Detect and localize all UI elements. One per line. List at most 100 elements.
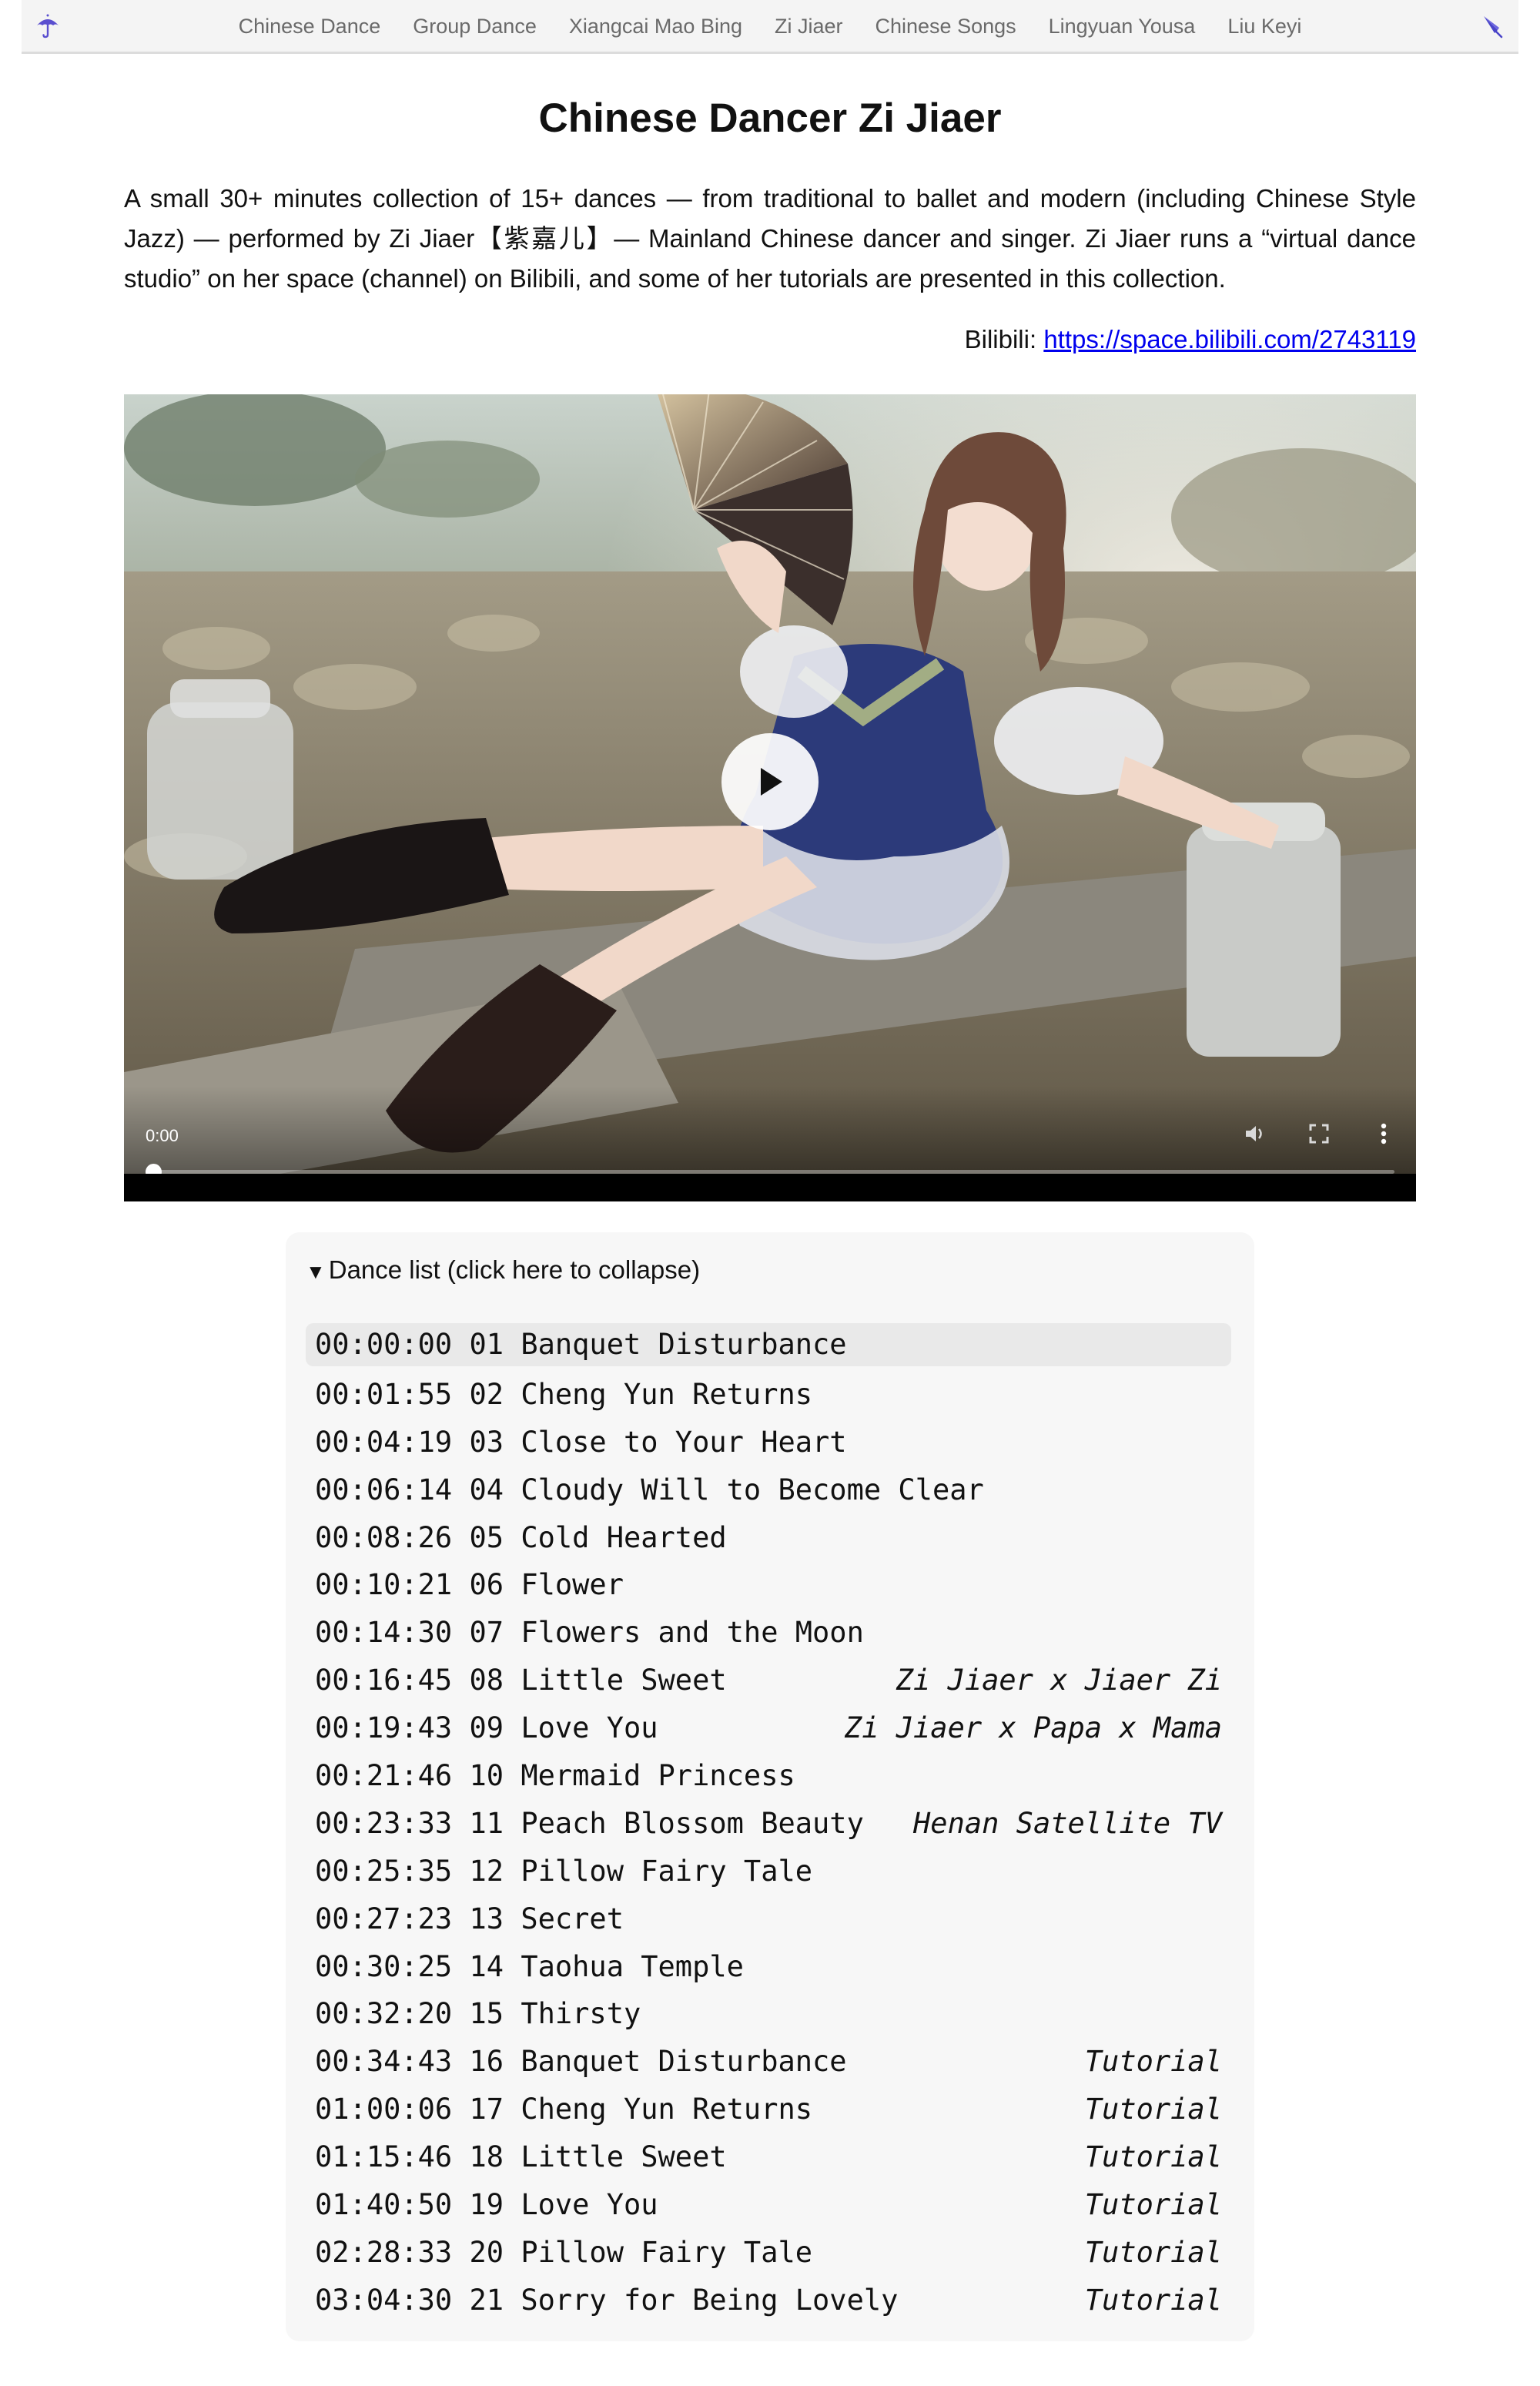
dance-title: 05 Cold Hearted xyxy=(469,1520,727,1554)
dance-timestamp: 01:00:06 xyxy=(315,2093,453,2126)
dance-list-item[interactable]: 00:06:14 04 Cloudy Will to Become Clear xyxy=(306,1466,1231,1514)
nav-link-group-dance[interactable]: Group Dance xyxy=(397,15,553,39)
dance-timestamp: 00:34:43 xyxy=(315,2045,453,2079)
expanded-triangle-icon: ▼ xyxy=(306,1260,326,1283)
dance-title: 13 Secret xyxy=(469,1902,624,1935)
video-bottom-bar xyxy=(124,1174,1416,1201)
dance-list-panel: ▼ Dance list (click here to collapse) 00:… xyxy=(286,1232,1254,2341)
dance-list-item[interactable]: 00:32:20 15 Thirsty xyxy=(306,1990,1231,2038)
dance-title: 03 Close to Your Heart xyxy=(469,1425,847,1459)
dance-list-item[interactable]: 01:15:46 18 Little Sweet Tutorial xyxy=(306,2133,1231,2181)
dance-title: 15 Thirsty xyxy=(469,1997,641,2031)
dance-list-item[interactable]: 00:25:35 12 Pillow Fairy Tale xyxy=(306,1848,1231,1895)
dance-list-item[interactable]: 00:34:43 16 Banquet Disturbance Tutorial xyxy=(306,2038,1231,2086)
nav-link-lingyuan-yousa[interactable]: Lingyuan Yousa xyxy=(1033,15,1212,39)
dance-list-item[interactable]: 01:40:50 19 Love You Tutorial xyxy=(306,2181,1231,2229)
dance-note: Tutorial xyxy=(1084,2140,1222,2174)
dance-list-item[interactable]: 00:21:46 10 Mermaid Princess xyxy=(306,1752,1231,1800)
dance-timestamp: 01:40:50 xyxy=(315,2188,453,2222)
nav-link-zi-jiaer[interactable]: Zi Jiaer xyxy=(758,15,859,39)
dance-timestamp: 00:32:20 xyxy=(315,1997,453,2031)
dance-title: 20 Pillow Fairy Tale xyxy=(469,2235,813,2269)
dance-title: 11 Peach Blossom Beauty xyxy=(469,1806,864,1840)
nav-links: Chinese Dance Group Dance Xiangcai Mao B… xyxy=(22,0,1518,52)
dance-note: Zi Jiaer x Papa x Mama xyxy=(844,1711,1222,1745)
dance-note: Zi Jiaer x Jiaer Zi xyxy=(896,1664,1222,1697)
dance-timestamp: 00:23:33 xyxy=(315,1806,453,1840)
dance-timestamp: 02:28:33 xyxy=(315,2235,453,2269)
dance-timestamp: 00:14:30 xyxy=(315,1616,453,1650)
dance-title: 06 Flower xyxy=(469,1568,624,1602)
play-button[interactable] xyxy=(721,733,819,830)
dance-title: 01 Banquet Disturbance xyxy=(469,1328,847,1361)
dance-timestamp: 00:25:35 xyxy=(315,1854,453,1888)
dance-list-item[interactable]: 03:04:30 21 Sorry for Being Lovely Tutori… xyxy=(306,2277,1231,2324)
dance-timestamp: 00:00:00 xyxy=(315,1328,453,1361)
dance-list-item[interactable]: 00:08:26 05 Cold Hearted xyxy=(306,1514,1231,1562)
more-options-icon[interactable] xyxy=(1370,1120,1398,1148)
dance-title: 02 Cheng Yun Returns xyxy=(469,1377,813,1411)
dance-title: 12 Pillow Fairy Tale xyxy=(469,1854,813,1888)
dance-list-item[interactable]: 00:23:33 11 Peach Blossom Beauty Henan Sa… xyxy=(306,1800,1231,1848)
nav-link-chinese-dance[interactable]: Chinese Dance xyxy=(223,15,397,39)
dance-timestamp: 00:04:19 xyxy=(315,1425,453,1459)
closed-umbrella-icon[interactable] xyxy=(1477,11,1508,42)
bilibili-line: Bilibili: https://space.bilibili.com/274… xyxy=(965,320,1416,360)
dance-timestamp: 03:04:30 xyxy=(315,2283,453,2317)
dance-list-item[interactable]: 02:28:33 20 Pillow Fairy Tale Tutorial xyxy=(306,2229,1231,2277)
dance-list: 00:00:00 01 Banquet Disturbance 00:01:55 … xyxy=(306,1323,1231,2324)
dance-list-item[interactable]: 00:30:25 14 Taohua Temple xyxy=(306,1943,1231,1991)
dance-list-item[interactable]: 00:04:19 03 Close to Your Heart xyxy=(306,1419,1231,1466)
page-title: Chinese Dancer Zi Jiaer xyxy=(538,96,1002,141)
dance-list-item[interactable]: 01:00:06 17 Cheng Yun Returns Tutorial xyxy=(306,2086,1231,2133)
dance-title: 17 Cheng Yun Returns xyxy=(469,2093,813,2126)
dance-title: 10 Mermaid Princess xyxy=(469,1759,795,1793)
play-icon xyxy=(761,768,782,796)
intro-paragraph: A small 30+ minutes collection of 15+ da… xyxy=(124,184,1416,293)
dance-title: 14 Taohua Temple xyxy=(469,1949,744,1983)
dance-timestamp: 00:27:23 xyxy=(315,1902,453,1935)
dance-list-item[interactable]: 00:27:23 13 Secret xyxy=(306,1895,1231,1943)
dance-note: Henan Satellite TV xyxy=(913,1806,1222,1840)
dance-title: 19 Love You xyxy=(469,2188,658,2222)
nav-link-liu-keyi[interactable]: Liu Keyi xyxy=(1211,15,1317,39)
dance-list-item[interactable]: 00:01:55 02 Cheng Yun Returns xyxy=(306,1371,1231,1419)
nav-link-xiangcai-mao-bing[interactable]: Xiangcai Mao Bing xyxy=(553,15,758,39)
current-time: 0:00 xyxy=(146,1126,179,1145)
dance-list-item[interactable]: 00:19:43 09 Love You Zi Jiaer x Papa x Ma… xyxy=(306,1704,1231,1752)
dance-title: 21 Sorry for Being Lovely xyxy=(469,2283,899,2317)
nav-link-chinese-songs[interactable]: Chinese Songs xyxy=(859,15,1033,39)
dance-list-item[interactable]: 00:14:30 07 Flowers and the Moon xyxy=(306,1609,1231,1657)
dance-title: 09 Love You xyxy=(469,1711,658,1745)
dance-note: Tutorial xyxy=(1084,2188,1222,2222)
dance-timestamp: 00:16:45 xyxy=(315,1664,453,1697)
dance-timestamp: 01:15:46 xyxy=(315,2140,453,2174)
bilibili-label: Bilibili: xyxy=(964,325,1044,354)
dance-timestamp: 00:10:21 xyxy=(315,1568,453,1602)
dance-title: 18 Little Sweet xyxy=(469,2140,727,2174)
dance-list-item[interactable]: 00:16:45 08 Little Sweet Zi Jiaer x Jiaer… xyxy=(306,1657,1231,1704)
dance-list-toggle[interactable]: ▼ Dance list (click here to collapse) xyxy=(306,1252,700,1289)
bilibili-link[interactable]: https://space.bilibili.com/2743119 xyxy=(1043,325,1416,354)
fullscreen-icon[interactable] xyxy=(1305,1120,1333,1148)
dance-note: Tutorial xyxy=(1084,2045,1222,2079)
dance-note: Tutorial xyxy=(1084,2283,1222,2317)
dance-title: 16 Banquet Disturbance xyxy=(469,2045,847,2079)
dance-list-item[interactable]: 00:10:21 06 Flower xyxy=(306,1561,1231,1609)
dance-timestamp: 00:19:43 xyxy=(315,1711,453,1745)
video-player[interactable]: 0:00 xyxy=(124,394,1416,1201)
dance-list-summary-label: Dance list (click here to collapse) xyxy=(328,1255,701,1284)
dance-title: 08 Little Sweet xyxy=(469,1664,727,1697)
dance-timestamp: 00:06:14 xyxy=(315,1473,453,1506)
dance-timestamp: 00:30:25 xyxy=(315,1949,453,1983)
dance-note: Tutorial xyxy=(1084,2093,1222,2126)
volume-icon[interactable] xyxy=(1240,1120,1268,1148)
dance-note: Tutorial xyxy=(1084,2235,1222,2269)
dance-timestamp: 00:21:46 xyxy=(315,1759,453,1793)
dance-timestamp: 00:08:26 xyxy=(315,1520,453,1554)
dance-list-item[interactable]: 00:00:00 01 Banquet Disturbance xyxy=(306,1323,1231,1366)
top-nav: Chinese Dance Group Dance Xiangcai Mao B… xyxy=(22,0,1518,54)
dance-title: 04 Cloudy Will to Become Clear xyxy=(469,1473,984,1506)
dance-timestamp: 00:01:55 xyxy=(315,1377,453,1411)
dance-title: 07 Flowers and the Moon xyxy=(469,1616,864,1650)
